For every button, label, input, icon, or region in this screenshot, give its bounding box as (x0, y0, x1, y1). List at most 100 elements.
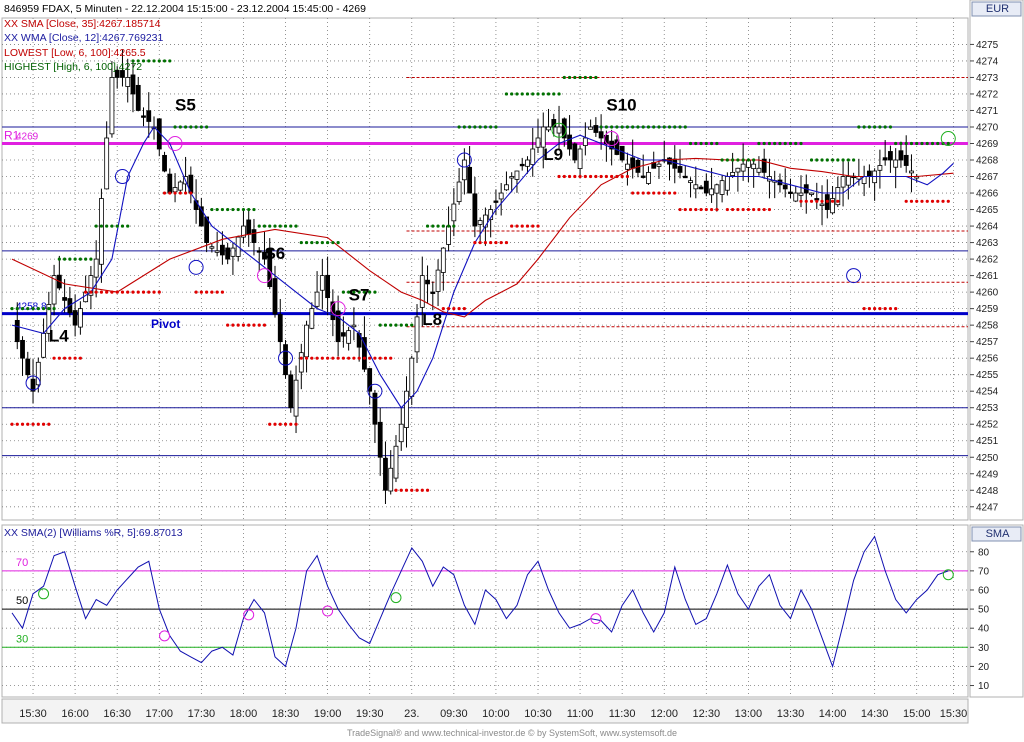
lowest-dot (294, 422, 298, 426)
candle-body (893, 159, 899, 168)
time-tick-label: 15:30 (19, 708, 47, 720)
lowest-dot (920, 199, 924, 203)
candle-body (409, 357, 415, 397)
candle-body (425, 279, 430, 285)
candle-body (404, 390, 409, 428)
highest-dot (741, 158, 745, 162)
lowest-dot (425, 488, 430, 492)
lowest-dot (452, 307, 456, 311)
candle-body (461, 159, 467, 181)
lowest-dot (767, 207, 772, 212)
highest-dot (304, 240, 309, 245)
candle-body (572, 143, 578, 161)
highest-dot (699, 141, 703, 146)
highest-dot (47, 307, 51, 311)
candle-body (167, 173, 173, 194)
candle-body (130, 74, 136, 95)
candle-body (277, 314, 283, 343)
time-tick-label: 13:00 (735, 708, 763, 720)
lowest-dot (867, 307, 871, 311)
highest-dot (31, 307, 35, 311)
lowest-dot (47, 422, 51, 426)
highest-dot (383, 323, 388, 327)
highest-dot (725, 158, 729, 162)
time-tick-label: 15:30 (940, 708, 968, 720)
lowest-dot (310, 356, 314, 360)
price-tick-label: 4260 (976, 288, 999, 299)
time-tick-label: 11:00 (567, 708, 594, 720)
lowest-dot (194, 290, 198, 294)
highest-dot (667, 125, 672, 129)
price-tick-label: 4273 (976, 73, 999, 84)
price-tick-label: 4262 (976, 255, 999, 266)
time-tick-label: 17:00 (146, 708, 174, 720)
lowest-dot (373, 356, 377, 360)
highest-dot (773, 141, 777, 146)
highest-dot (120, 224, 125, 228)
highest-dot (394, 323, 398, 327)
lowest-dot (115, 290, 119, 294)
candle-body (72, 310, 78, 326)
highest-dot (226, 207, 230, 212)
lowest-dot (688, 207, 693, 212)
highest-dot (273, 224, 277, 228)
candle-body (719, 180, 725, 195)
candle-body (788, 191, 793, 194)
lowest-dot (20, 422, 25, 426)
candle-body (756, 167, 762, 173)
candle (288, 370, 294, 413)
price-tick-label: 4255 (976, 370, 999, 381)
highest-dot (662, 125, 666, 129)
time-tick-label: 16:30 (103, 708, 131, 720)
candle-body (656, 163, 662, 167)
candle-body (383, 457, 388, 491)
highest-dot (78, 257, 82, 261)
time-tick-label: 14:30 (861, 708, 889, 720)
highest-dot (278, 224, 282, 228)
lowest-dot (557, 174, 561, 179)
price-tick-label: 4261 (976, 271, 999, 282)
lowest-dot (352, 356, 356, 360)
osc-tick-label: 70 (978, 566, 990, 577)
lowest-dot (141, 290, 146, 294)
candle-body (577, 148, 583, 169)
candle-body (840, 176, 846, 188)
lowest-dot (183, 191, 188, 195)
candle-body (525, 159, 530, 167)
lowest-dot (641, 191, 645, 195)
highest-dot (762, 141, 766, 146)
highest-dot (646, 125, 651, 129)
price-tick-label: 4250 (976, 453, 999, 464)
lowest-dot (36, 422, 40, 426)
time-tick-label: 17:30 (188, 708, 216, 720)
currency-label: EUR (985, 3, 1010, 15)
candle-body (346, 330, 352, 344)
candle-body (682, 175, 688, 179)
lowest-dot (283, 422, 288, 426)
candle-body (209, 246, 215, 249)
highest-dot (909, 141, 914, 146)
highest-dot (378, 323, 382, 327)
highest-dot (673, 125, 677, 129)
lowest-dot (410, 488, 414, 492)
highest-dot (57, 257, 61, 261)
candle-body (62, 297, 67, 301)
highest-dot (620, 125, 624, 129)
time-tick-label: 10:30 (524, 708, 552, 720)
lowest-dot (326, 356, 330, 360)
candle-body (546, 126, 551, 131)
price-tick-label: 4274 (976, 56, 999, 67)
highest-dot (515, 92, 519, 96)
osc-level-label-70: 70 (16, 557, 28, 569)
time-tick-label: 15:00 (903, 708, 931, 720)
lowest-dot (904, 199, 908, 203)
highest-dot (825, 158, 829, 162)
highest-dot (462, 125, 466, 129)
highest-dot (446, 224, 451, 228)
candle-body (898, 150, 904, 161)
candle-body (782, 184, 788, 190)
candle-body (724, 176, 730, 191)
highest-dot (652, 125, 656, 129)
candle-body (230, 247, 236, 257)
lowest-dot (715, 207, 719, 212)
